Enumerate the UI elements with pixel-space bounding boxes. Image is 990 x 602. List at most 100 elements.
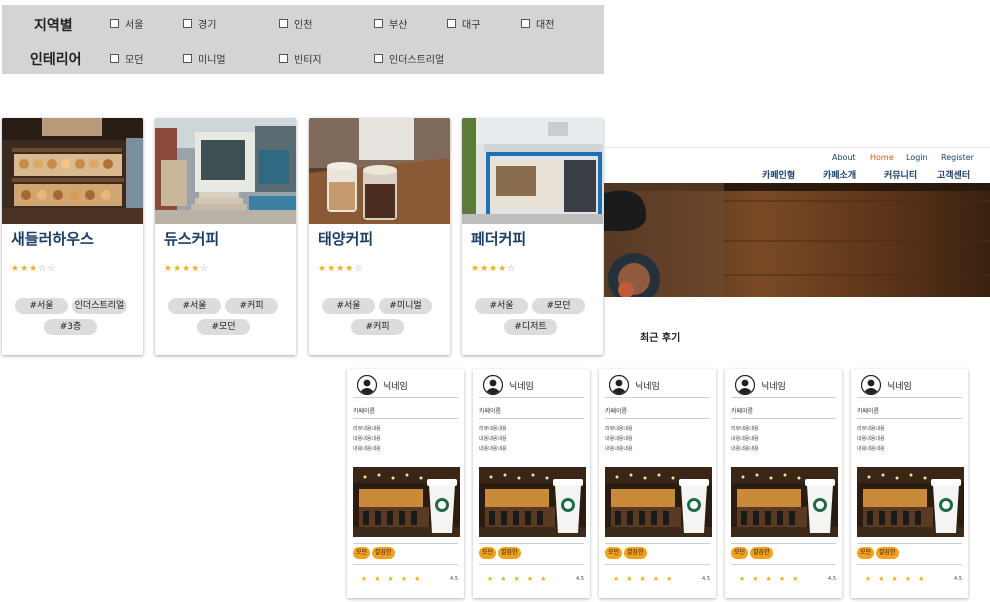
cafe-tag[interactable]: #디저트 [504, 319, 557, 335]
review-tag[interactable]: 깔끔한 [498, 547, 521, 559]
review-nickname: 닉네임 [887, 382, 912, 392]
cafe-tag[interactable]: #서울 [322, 298, 375, 314]
review-cafe-name: 카페이름 [857, 408, 880, 415]
review-tag[interactable]: 깔끔한 [624, 547, 647, 559]
filter-checkbox-region-1[interactable]: 경기 [183, 16, 216, 31]
review-body: 리뷰내용내용 내용내용내용 내용내용내용 [605, 424, 633, 454]
filter-checkbox-region-5[interactable]: 대전 [521, 16, 554, 31]
cafe-tag[interactable]: #서울 [475, 298, 528, 314]
nav-item-1[interactable]: 카페소개 [823, 168, 856, 181]
review-body-line: 리뷰내용내용 [353, 426, 381, 432]
divider [353, 397, 458, 398]
checkbox-icon[interactable] [183, 19, 192, 28]
cafe-name[interactable]: 새들러하우스 [11, 228, 94, 249]
nav-item-0[interactable]: 카페인형 [762, 168, 795, 181]
divider [605, 397, 710, 398]
cafe-tag[interactable]: #미니멀 [379, 298, 432, 314]
checkbox-icon[interactable] [521, 19, 530, 28]
cafe-photo-building [462, 118, 603, 224]
review-tag[interactable]: 모던 [353, 547, 371, 559]
cafe-card[interactable]: 페더커피 ★★★★☆ #서울 #모던 #디저트 [462, 118, 603, 355]
review-card[interactable]: 닉네임 카페이름 리뷰내용내용 내용내용내용 내용내용내용 모던 깔끔한 ★★★… [347, 369, 464, 598]
user-avatar-icon [483, 375, 503, 395]
divider [479, 564, 584, 565]
cafe-card[interactable]: 새들러하우스 ★★★☆☆ #서울 인더스트리얼 #3층 [2, 118, 143, 355]
cafe-tag[interactable]: #커피 [225, 298, 278, 314]
review-card[interactable]: 닉네임 카페이름 리뷰내용내용 내용내용내용 내용내용내용 모던 깔끔한 ★★★… [473, 369, 590, 598]
cafe-name[interactable]: 태양커피 [318, 228, 373, 249]
interior-filter-label: 인테리어 [30, 52, 82, 68]
filter-checkbox-region-2[interactable]: 인천 [279, 16, 312, 31]
review-tag[interactable]: 모던 [857, 547, 875, 559]
rating-stars: ★★★☆☆ [11, 264, 57, 274]
checkbox-icon[interactable] [279, 54, 288, 63]
review-tag[interactable]: 깔끔한 [876, 547, 899, 559]
review-body-line: 리뷰내용내용 [479, 426, 507, 432]
nav-link-home[interactable]: Home [870, 153, 894, 162]
recent-reviews-title: 최근 후기 [640, 333, 681, 344]
filter-checkbox-interior-3[interactable]: 인더스트리얼 [374, 51, 444, 66]
checkbox-icon[interactable] [374, 54, 383, 63]
review-card[interactable]: 닉네임 카페이름 리뷰내용내용 내용내용내용 내용내용내용 모던 깔끔한 ★★★… [725, 369, 842, 598]
checkbox-icon[interactable] [110, 54, 119, 63]
cafe-tag[interactable]: #모던 [532, 298, 585, 314]
review-body-line: 내용내용내용 [731, 436, 759, 442]
review-tag[interactable]: 모던 [605, 547, 623, 559]
divider [353, 418, 458, 419]
review-card[interactable]: 닉네임 카페이름 리뷰내용내용 내용내용내용 내용내용내용 모던 깔끔한 ★★★… [599, 369, 716, 598]
review-rating-stars: ★★★★★ [865, 575, 932, 583]
filter-checkbox-interior-2[interactable]: 빈티지 [279, 51, 322, 66]
nav-link-login[interactable]: Login [906, 153, 928, 162]
review-nickname: 닉네임 [635, 382, 660, 392]
user-avatar-icon [357, 375, 377, 395]
divider [731, 543, 836, 544]
cafe-name[interactable]: 페더커피 [471, 228, 526, 249]
filter-checkbox-interior-1[interactable]: 미니멀 [183, 51, 226, 66]
review-body-line: 리뷰내용내용 [605, 426, 633, 432]
review-tag[interactable]: 깔끔한 [750, 547, 773, 559]
nav-link-about[interactable]: About [832, 153, 856, 162]
cafe-tag[interactable]: #서울 [168, 298, 221, 314]
user-avatar-icon [735, 375, 755, 395]
nav-item-3[interactable]: 고객센터 [937, 168, 970, 181]
cafe-tag[interactable]: #모던 [197, 319, 250, 335]
review-card[interactable]: 닉네임 카페이름 리뷰내용내용 내용내용내용 내용내용내용 모던 깔끔한 ★★★… [851, 369, 968, 598]
review-nickname: 닉네임 [761, 382, 786, 392]
cafe-tag[interactable]: #3층 [44, 319, 97, 335]
divider [353, 543, 458, 544]
filter-checkbox-region-0[interactable]: 서울 [110, 16, 143, 31]
site-header: About Home Login Register 카페인형 카페소개 커뮤니티… [604, 147, 990, 297]
review-rating-stars: ★★★★★ [739, 575, 806, 583]
header-divider [604, 147, 990, 148]
divider [731, 418, 836, 419]
review-body-line: 내용내용내용 [479, 446, 507, 452]
filter-checkbox-region-3[interactable]: 부산 [374, 16, 407, 31]
nav-link-register[interactable]: Register [941, 153, 974, 162]
divider [479, 397, 584, 398]
cafe-tag[interactable]: 인더스트리얼 [72, 298, 127, 314]
cafe-card[interactable]: 태양커피 ★★★★☆ #서울 #미니멀 #커피 [309, 118, 450, 355]
filter-checkbox-interior-0[interactable]: 모던 [110, 51, 143, 66]
review-photo [605, 467, 712, 537]
review-tag[interactable]: 모던 [731, 547, 749, 559]
review-rating-stars: ★★★★★ [361, 575, 428, 583]
rating-stars: ★★★★☆ [318, 264, 364, 274]
filter-checkbox-region-4[interactable]: 대구 [447, 16, 480, 31]
divider [857, 564, 962, 565]
checkbox-icon[interactable] [374, 19, 383, 28]
review-cafe-name: 카페이름 [731, 408, 754, 415]
cafe-card[interactable]: 듀스커피 ★★★★☆ #서울 #커피 #모던 [155, 118, 296, 355]
cafe-tag[interactable]: #커피 [351, 319, 404, 335]
review-body-line: 내용내용내용 [353, 446, 381, 452]
review-tag[interactable]: 깔끔한 [372, 547, 395, 559]
checkbox-icon[interactable] [447, 19, 456, 28]
checkbox-icon[interactable] [183, 54, 192, 63]
review-tag[interactable]: 모던 [479, 547, 497, 559]
cafe-tag[interactable]: #서울 [15, 298, 68, 314]
review-body-line: 내용내용내용 [857, 436, 885, 442]
checkbox-icon[interactable] [110, 19, 119, 28]
nav-item-2[interactable]: 커뮤니티 [884, 168, 917, 181]
checkbox-icon[interactable] [279, 19, 288, 28]
user-avatar-icon [609, 375, 629, 395]
cafe-name[interactable]: 듀스커피 [164, 228, 219, 249]
